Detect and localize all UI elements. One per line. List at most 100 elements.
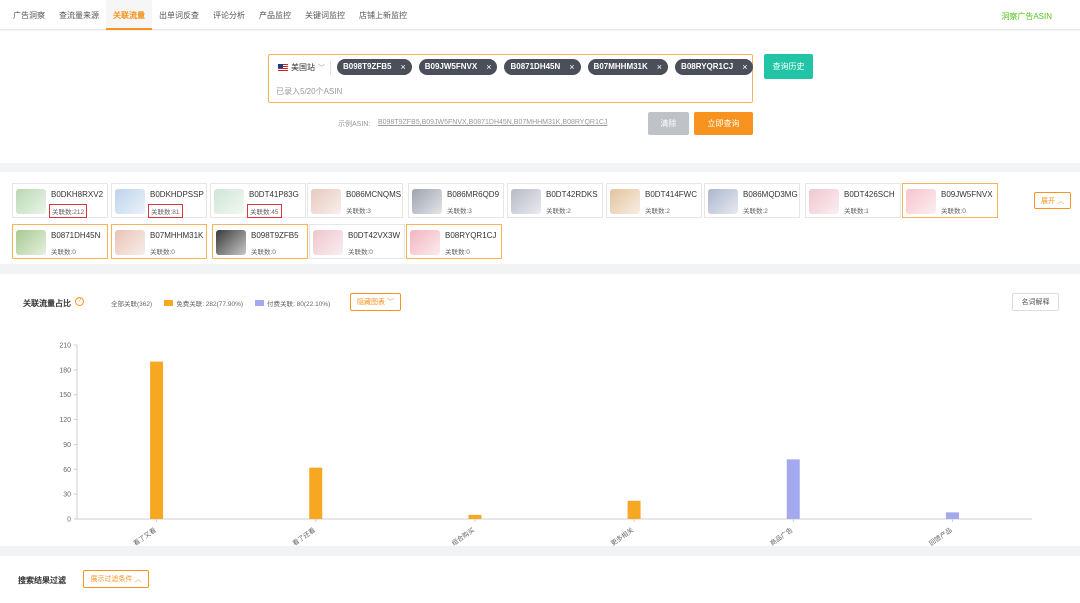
legend-paid-swatch: [255, 300, 265, 306]
product-card[interactable]: B0DT42VX3W 关联数:0: [309, 224, 405, 259]
x-tick-label: 回馈产品: [927, 525, 953, 546]
legend-free[interactable]: 免费关联: 282(77.90%): [176, 298, 243, 308]
product-thumbnail: [16, 189, 46, 214]
asin-chip-label: B08RYQR1CJ: [681, 62, 734, 71]
tab-7[interactable]: 店铺上新监控: [352, 0, 414, 30]
asin-chip-label: B0871DH45N: [510, 62, 561, 71]
product-thumbnail: [511, 189, 541, 214]
related-count: 关联数:0: [251, 249, 276, 256]
legend-all[interactable]: 全部关联(362): [111, 298, 152, 308]
expand-button[interactable]: 展开 ︿: [1034, 192, 1071, 209]
tab-2[interactable]: 关联流量: [106, 0, 152, 30]
product-thumbnail: [311, 189, 341, 214]
y-tick-label: 180: [59, 367, 71, 374]
product-card[interactable]: B098T9ZFB5 关联数:0: [212, 224, 308, 259]
related-count: 关联数:0: [150, 249, 175, 256]
close-icon[interactable]: ×: [400, 59, 405, 75]
nav-tabs: 广告洞察 查流量来源 关联流量 出单词反查 评论分析 产品监控 关键词监控 店铺上新监控: [6, 0, 414, 30]
product-card[interactable]: B08RYQR1CJ 关联数:0: [406, 224, 502, 259]
legend-paid[interactable]: 付费关联: 80(22.10%): [267, 298, 330, 308]
tab-5[interactable]: 产品监控: [252, 0, 298, 30]
product-thumbnail: [610, 189, 640, 214]
hide-chart-button[interactable]: 隐藏图表 ﹀: [350, 293, 401, 311]
tab-1[interactable]: 查流量来源: [52, 0, 106, 30]
product-card[interactable]: B0DT414FWC 关联数:2: [606, 183, 702, 218]
legend-free-swatch: [164, 300, 174, 306]
example-asin-label: 示例ASIN:: [338, 121, 371, 128]
product-asin: B086MQD3MG: [743, 190, 798, 199]
x-tick-label: 看了还看: [291, 526, 317, 546]
related-count: 关联数:212: [49, 204, 88, 218]
product-card[interactable]: B07MHHM31K 关联数:0: [111, 224, 207, 259]
product-asin: B09JW5FNVX: [941, 190, 993, 199]
y-tick-label: 0: [67, 517, 71, 524]
chart-panel: 0 30 60 90 120 150 180 210 看了又看 看了还看 组合购买 更多相关 商品广告 回…: [0, 274, 1080, 546]
asin-chip-label: B098T9ZFB5: [343, 62, 392, 71]
asin-chip: B09JW5FNVX ×: [418, 59, 498, 75]
insight-ad-asin-link[interactable]: 洞察广告ASIN: [1001, 11, 1052, 22]
tab-6[interactable]: 关键词监控: [298, 0, 352, 30]
bar-free: [150, 361, 164, 519]
product-card[interactable]: B086MQD3MG 关联数:2: [704, 183, 800, 218]
product-card[interactable]: B086MCNQMS 关联数:3: [307, 183, 403, 218]
clear-button[interactable]: 清除: [648, 112, 689, 135]
tab-0[interactable]: 广告洞察: [6, 0, 52, 30]
tab-4[interactable]: 评论分析: [206, 0, 252, 30]
glossary-button[interactable]: 名词解释: [1012, 293, 1059, 311]
asin-chips: B098T9ZFB5 × B09JW5FNVX × B0871DH45N × B07MHHM…: [337, 59, 760, 75]
product-thumbnail: [115, 189, 145, 214]
product-thumbnail: [16, 230, 46, 255]
bar-free: [468, 514, 482, 519]
close-icon[interactable]: ×: [742, 59, 747, 75]
close-icon[interactable]: ×: [657, 59, 662, 75]
query-history-button[interactable]: 查询历史: [764, 54, 813, 79]
y-tick-label: 120: [59, 417, 71, 424]
product-card[interactable]: B0DT42RDKS 关联数:2: [507, 183, 603, 218]
related-products-panel: 展开 ︿ B0DKH8RXV2 关联数:212 B0DKHDPSSP 关联数:81 B0…: [0, 172, 1080, 264]
product-asin: B086MCNQMS: [346, 190, 402, 199]
related-count: 关联数:0: [941, 208, 966, 215]
product-card[interactable]: B0871DH45N 关联数:0: [12, 224, 108, 259]
product-thumbnail: [708, 189, 738, 214]
tab-3[interactable]: 出单词反查: [152, 0, 206, 30]
chart-legend: 全部关联(362) 免费关联: 282(77.90%) 付费关联: 80(22.…: [111, 298, 330, 308]
product-asin: B0DT42VX3W: [348, 231, 401, 240]
help-icon[interactable]: ?: [75, 297, 84, 306]
chart-title: 关联流量占比: [23, 299, 71, 308]
product-asin: B0DKH8RXV2: [51, 190, 104, 199]
asin-search-box[interactable]: 美国站 ﹀ B098T9ZFB5 × B09JW5FNVX × B0871DH45N × B…: [268, 54, 754, 103]
x-tick-label: 更多相关: [609, 525, 636, 546]
site-select[interactable]: 美国站 ﹀: [278, 62, 325, 73]
bar-paid: [786, 459, 800, 519]
product-card[interactable]: B0DT41P83G 关联数:45: [210, 183, 306, 218]
us-flag-icon: [278, 64, 288, 71]
bar-free: [309, 467, 323, 519]
related-count: 关联数:3: [346, 208, 371, 215]
product-card[interactable]: B0DKH8RXV2 关联数:212: [12, 183, 108, 218]
product-card[interactable]: B09JW5FNVX 关联数:0: [902, 183, 998, 218]
product-thumbnail: [809, 189, 839, 214]
show-filter-button[interactable]: 展示过滤条件 ︿: [83, 570, 149, 588]
filter-title: 搜索结果过滤: [18, 576, 66, 585]
query-now-button[interactable]: 立即查询: [694, 112, 753, 135]
related-count: 关联数:81: [148, 204, 183, 218]
product-asin: B0DT41P83G: [249, 190, 299, 199]
example-asin-link[interactable]: B098T9ZFB5,B09JW5FNVX,B0871DH45N,B07MHHM…: [378, 119, 607, 126]
product-card[interactable]: B086MR6QD9 关联数:3: [408, 183, 504, 218]
bar-free: [627, 500, 641, 519]
x-tick-label: 商品广告: [768, 525, 795, 546]
bar-paid: [945, 512, 959, 519]
product-thumbnail: [214, 189, 244, 214]
product-asin: B086MR6QD9: [447, 190, 500, 199]
asin-chip: B098T9ZFB5 ×: [337, 59, 412, 75]
chevron-down-icon: ﹀: [318, 64, 325, 72]
product-thumbnail: [412, 189, 442, 214]
x-tick-label: 看了又看: [132, 526, 158, 546]
related-count: 关联数:3: [447, 208, 472, 215]
asin-chip: B0871DH45N ×: [504, 59, 581, 75]
close-icon[interactable]: ×: [569, 59, 574, 75]
product-card[interactable]: B0DT426SCH 关联数:1: [805, 183, 901, 218]
product-asin: B0871DH45N: [51, 231, 101, 240]
close-icon[interactable]: ×: [486, 59, 491, 75]
product-card[interactable]: B0DKHDPSSP 关联数:81: [111, 183, 207, 218]
